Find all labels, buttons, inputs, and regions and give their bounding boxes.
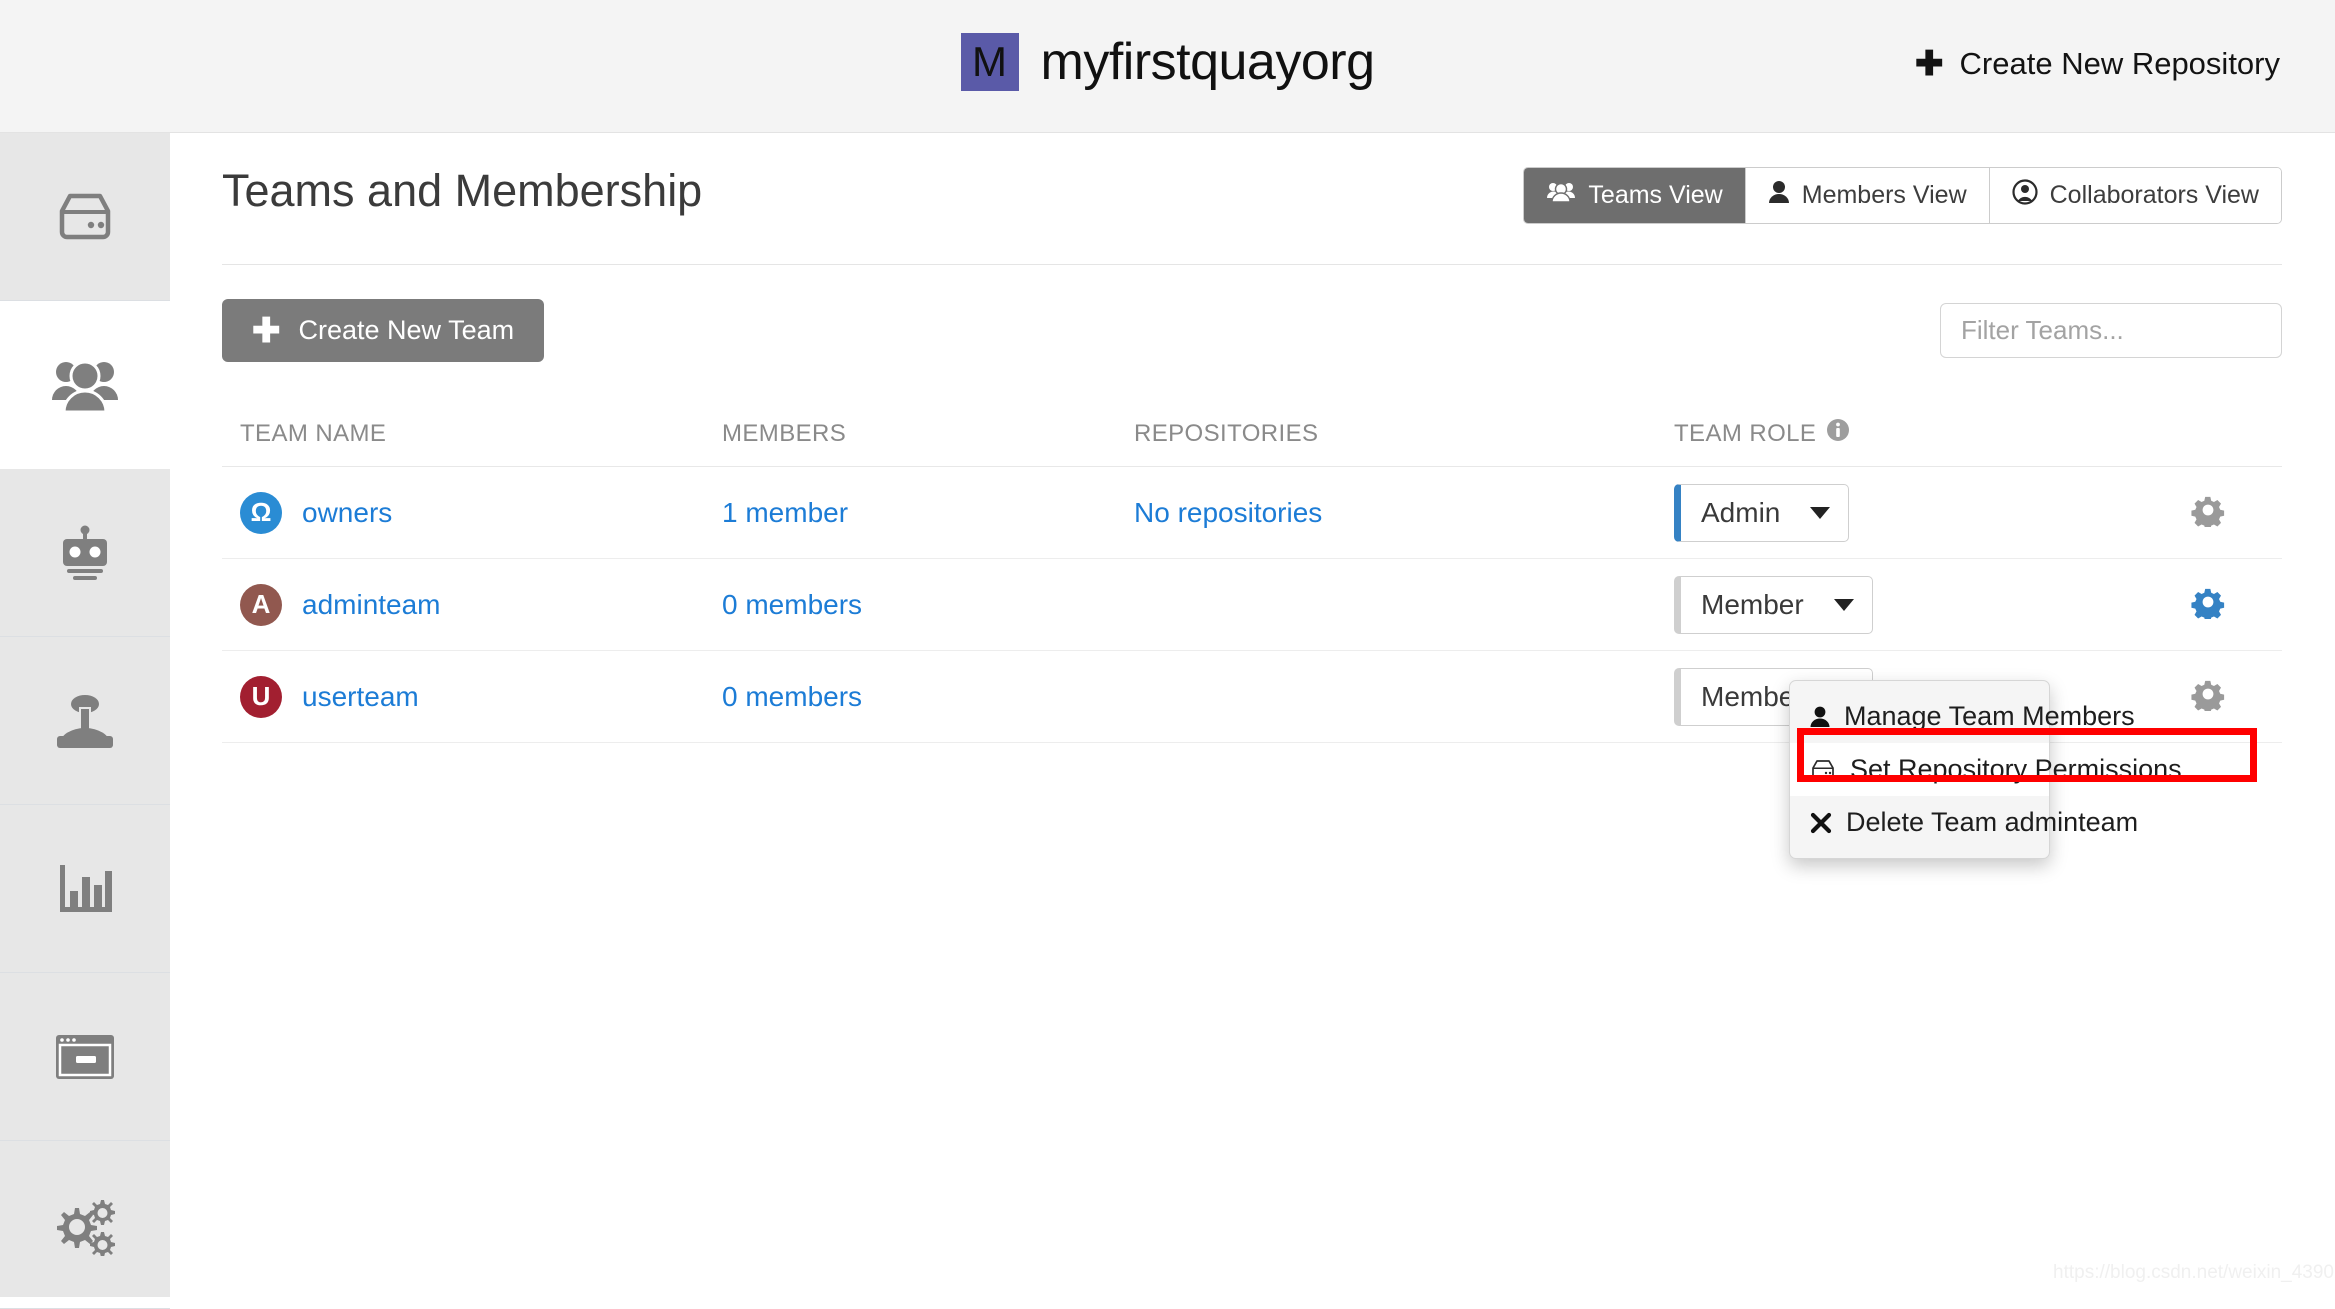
row-actions-cell [2134,677,2282,716]
sidebar-item-applications[interactable] [0,973,170,1141]
tab-collaborators-view-label: Collaborators View [2049,181,2259,209]
view-toggle-group: Teams View Members View Collaborators Vi… [1523,167,2282,224]
app-header: M myfirstquayorg ✚ Create New Repository [0,0,2335,133]
user-icon [1810,706,1830,728]
create-new-team-label: Create New Team [298,315,515,345]
sidebar [0,133,170,1309]
team-name-link[interactable]: owners [302,497,392,529]
users-icon [49,356,121,414]
repository-icon [52,191,118,243]
avatar: Ω [240,491,282,534]
chevron-down-icon [1833,598,1854,611]
repositories-cell: No repositories [1134,497,1674,529]
members-cell: 0 members [722,681,1134,713]
sidebar-item-robot-accounts[interactable] [0,469,170,637]
tab-collaborators-view[interactable]: Collaborators View [1989,168,2281,223]
role-cell: Admin [1674,483,2134,542]
column-header-team-name: TEAM NAME [240,419,387,447]
members-count-link[interactable]: 0 members [722,681,862,712]
page-title: Teams and Membership [222,165,703,216]
menu-item-delete-team[interactable]: Delete Team adminteam [1790,796,2138,849]
table-header-row: TEAM NAME MEMBERS REPOSITORIES TEAM ROLE [222,401,2282,467]
avatar: A [240,583,282,626]
column-header-team-role: TEAM ROLE [1674,418,2134,449]
watermark: https://blog.csdn.net/weixin_43902588 [2053,1262,2335,1283]
team-name-cell[interactable]: A adminteam [222,583,722,626]
users-icon [1546,181,1576,210]
members-cell: 0 members [722,589,1134,621]
team-name-cell[interactable]: Ω owners [222,491,722,534]
tab-members-view-label: Members View [1801,181,1967,209]
column-header-repositories: REPOSITORIES [1134,419,1319,447]
members-count-link[interactable]: 1 member [722,497,848,528]
team-name-link[interactable]: adminteam [302,589,441,621]
team-name-link[interactable]: userteam [302,681,419,713]
gear-icon[interactable] [2191,493,2225,532]
menu-item-set-repository-permissions-label: Set Repository Permissions [1850,754,2182,784]
menu-item-delete-team-label: Delete Team adminteam [1846,807,2139,837]
repository-icon [1810,759,1836,780]
org-name: myfirstquayorg [1040,33,1376,91]
create-new-repository-label: Create New Repository [1959,46,2280,81]
team-role-value: Admin [1701,496,1781,528]
team-role-value: Member [1701,588,1804,620]
team-options-menu: Manage Team Members Set Repository Permi… [1789,680,2182,859]
filter-teams-input[interactable] [1940,303,2282,358]
column-header-team-role-label: TEAM ROLE [1674,419,1817,447]
browser-window-icon [50,1029,120,1085]
gear-icon[interactable] [2191,677,2225,716]
info-icon[interactable] [1826,418,1850,449]
menu-item-manage-team-members[interactable]: Manage Team Members [1790,690,2135,743]
row-actions-cell [2134,585,2282,624]
joystick-icon [52,692,118,750]
sidebar-item-usage-logs[interactable] [0,805,170,973]
menu-item-manage-team-members-label: Manage Team Members [1844,701,2135,731]
avatar: U [240,675,282,718]
sidebar-item-default-permissions[interactable] [0,637,170,805]
role-cell: Member [1674,575,2134,634]
members-count-link[interactable]: 0 members [722,589,862,620]
table-row: A adminteam 0 members Member [222,559,2282,651]
members-cell: 1 member [722,497,1134,529]
sidebar-item-teams[interactable] [0,301,170,469]
x-mark-icon [1810,812,1832,834]
tab-teams-view[interactable]: Teams View [1524,168,1746,223]
user-icon [1768,180,1790,211]
table-row: Ω owners 1 member No repositories Admin [222,467,2282,559]
tab-members-view[interactable]: Members View [1745,168,1990,223]
plus-icon: ✚ [1915,45,1944,83]
tab-teams-view-label: Teams View [1588,181,1723,209]
plus-icon: ✚ [252,311,281,350]
create-new-repository-button[interactable]: ✚ Create New Repository [1915,46,2280,82]
sidebar-item-settings[interactable] [0,1141,170,1309]
table-toolbar: ✚ Create New Team [222,299,2282,369]
org-identity: M myfirstquayorg [960,32,1376,92]
repositories-link[interactable]: No repositories [1134,497,1322,528]
bar-chart-icon [52,861,118,917]
gears-icon [49,1194,121,1256]
create-new-team-button[interactable]: ✚ Create New Team [222,299,545,362]
sidebar-item-repositories[interactable] [0,133,170,301]
team-name-cell[interactable]: U userteam [222,675,722,718]
row-actions-cell [2134,493,2282,532]
gear-icon[interactable] [2191,585,2225,624]
robot-icon [50,523,120,583]
team-role-dropdown[interactable]: Admin [1674,483,1850,542]
org-avatar: M [960,33,1019,91]
column-header-members: MEMBERS [722,419,847,447]
page-header: Teams and Membership Teams View Members … [222,165,2282,265]
user-circle-icon [2012,179,2038,212]
team-role-dropdown[interactable]: Member [1674,575,1873,634]
chevron-down-icon [1810,506,1831,519]
menu-item-set-repository-permissions[interactable]: Set Repository Permissions [1790,743,2182,796]
